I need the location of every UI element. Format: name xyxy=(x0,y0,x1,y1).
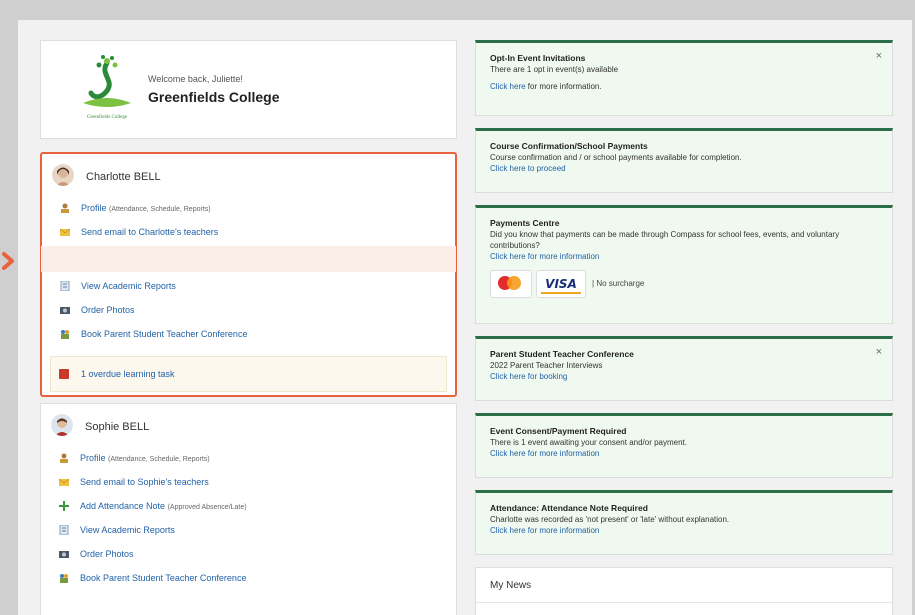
no-surcharge-label: | No surcharge xyxy=(592,279,645,288)
link-label[interactable]: Book Parent Student Teacher Conference xyxy=(81,329,247,339)
student-header: Sophie BELL xyxy=(41,404,456,448)
link-label[interactable]: Profile xyxy=(81,203,107,213)
notice-body: There are 1 opt in event(s) available xyxy=(490,65,619,74)
notice-link[interactable]: Click here for more information xyxy=(490,525,878,536)
school-logo: Greenfields College xyxy=(77,53,137,123)
notice-body: 2022 Parent Teacher Interviews xyxy=(490,361,603,370)
notice-link-tail: for more information. xyxy=(525,82,602,91)
report-icon xyxy=(59,525,69,535)
tree-logo-icon xyxy=(83,55,131,107)
profile-link[interactable]: Profile (Attendance, Schedule, Reports) xyxy=(42,198,455,222)
plus-icon xyxy=(59,501,69,511)
link-sublabel: (Attendance, Schedule, Reports) xyxy=(109,206,211,213)
notice-opt-in-events: Opt-In Event Invitations There are 1 opt… xyxy=(475,40,893,116)
notice-title: Opt-In Event Invitations xyxy=(490,53,586,63)
add-attendance-note-link[interactable]: Add Attendance Note (Approved Absence/La… xyxy=(41,496,456,520)
notice-body: There is 1 event awaiting your consent a… xyxy=(490,438,687,447)
academic-reports-link[interactable]: View Academic Reports xyxy=(42,276,455,300)
payment-methods: VISA | No surcharge xyxy=(490,270,878,298)
welcome-text: Welcome back, Juliette! xyxy=(148,74,243,84)
notice-attendance-note: Attendance: Attendance Note Required Cha… xyxy=(475,490,893,555)
visa-icon: VISA xyxy=(536,270,586,298)
link-label[interactable]: Add Attendance Note xyxy=(80,501,165,511)
link-label[interactable]: Send email to Charlotte's teachers xyxy=(81,227,218,237)
student-name: Charlotte BELL xyxy=(86,171,161,183)
notice-link[interactable]: Click here for booking xyxy=(490,371,878,382)
student-header: Charlotte BELL xyxy=(42,154,455,198)
notice-body: Charlotte was recorded as 'not present' … xyxy=(490,515,730,524)
notice-body: Did you know that payments can be made t… xyxy=(490,230,840,250)
link-label[interactable]: View Academic Reports xyxy=(81,281,176,291)
notice-title: Attendance: Attendance Note Required xyxy=(490,503,648,513)
pointer-arrow-icon xyxy=(2,252,14,270)
link-label[interactable]: Send email to Sophie's teachers xyxy=(80,477,209,487)
overdue-task-alert[interactable]: 1 overdue learning task xyxy=(50,356,447,392)
conference-icon xyxy=(60,574,68,583)
order-photos-link[interactable]: Order Photos xyxy=(41,544,456,568)
right-column: Opt-In Event Invitations There are 1 opt… xyxy=(475,40,893,615)
notice-title: Event Consent/Payment Required xyxy=(490,426,627,436)
close-icon[interactable]: × xyxy=(876,51,882,62)
link-sublabel: (Attendance, Schedule, Reports) xyxy=(108,456,210,463)
student-card-sophie: Sophie BELL Profile (Attendance, Schedul… xyxy=(40,403,457,615)
divider xyxy=(476,602,892,603)
book-conference-link[interactable]: Book Parent Student Teacher Conference xyxy=(42,324,455,348)
notice-body: Course confirmation and / or school paym… xyxy=(490,153,742,162)
profile-icon xyxy=(61,203,69,213)
close-icon[interactable]: × xyxy=(876,347,882,358)
link-label[interactable]: Profile xyxy=(80,453,106,463)
task-icon xyxy=(59,369,69,379)
profile-icon xyxy=(60,453,68,463)
book-conference-link[interactable]: Book Parent Student Teacher Conference xyxy=(41,568,456,592)
notice-link[interactable]: Click here for more information xyxy=(490,251,878,262)
email-icon xyxy=(59,478,69,486)
avatar[interactable] xyxy=(51,414,73,436)
link-label[interactable]: Order Photos xyxy=(80,549,134,559)
academic-reports-link[interactable]: View Academic Reports xyxy=(41,520,456,544)
student-card-charlotte: Charlotte BELL Profile (Attendance, Sche… xyxy=(40,152,457,397)
highlighted-row xyxy=(41,246,456,272)
student-name: Sophie BELL xyxy=(85,421,150,433)
send-email-link[interactable]: Send email to Sophie's teachers xyxy=(41,472,456,496)
camera-icon xyxy=(60,307,70,314)
order-photos-link[interactable]: Order Photos xyxy=(42,300,455,324)
my-news-card: My News xyxy=(475,567,893,615)
email-icon xyxy=(60,228,70,236)
notice-title: Payments Centre xyxy=(490,218,560,228)
mastercard-icon xyxy=(490,270,532,298)
overdue-label[interactable]: 1 overdue learning task xyxy=(81,369,175,379)
profile-link[interactable]: Profile (Attendance, Schedule, Reports) xyxy=(41,448,456,472)
school-header-card: Greenfields College Welcome back, Juliet… xyxy=(40,40,457,139)
link-label[interactable]: Order Photos xyxy=(81,305,135,315)
notice-title: Course Confirmation/School Payments xyxy=(490,141,648,151)
link-label[interactable]: View Academic Reports xyxy=(80,525,175,535)
left-column: Greenfields College Welcome back, Juliet… xyxy=(40,40,457,615)
notice-course-confirmation: Course Confirmation/School Payments Cour… xyxy=(475,128,893,193)
notice-title: Parent Student Teacher Conference xyxy=(490,349,634,359)
notice-link[interactable]: Click here xyxy=(490,82,526,91)
dashboard-frame: Greenfields College Welcome back, Juliet… xyxy=(18,20,912,615)
link-sublabel: (Approved Absence/Late) xyxy=(167,504,247,511)
link-label[interactable]: Book Parent Student Teacher Conference xyxy=(80,573,246,583)
notice-parent-teacher-conference: Parent Student Teacher Conference 2022 P… xyxy=(475,336,893,401)
camera-icon xyxy=(59,551,69,558)
report-icon xyxy=(60,281,70,291)
avatar[interactable] xyxy=(52,164,74,186)
notice-payments-centre: Payments Centre Did you know that paymen… xyxy=(475,205,893,324)
conference-icon xyxy=(61,330,69,339)
school-name: Greenfields College xyxy=(148,89,280,105)
news-title: My News xyxy=(490,580,532,591)
notice-link[interactable]: Click here to proceed xyxy=(490,163,878,174)
logo-caption: Greenfields College xyxy=(86,115,128,120)
notice-link[interactable]: Click here for more information xyxy=(490,448,878,459)
send-email-link[interactable]: Send email to Charlotte's teachers xyxy=(42,222,455,246)
notice-event-consent: Event Consent/Payment Required There is … xyxy=(475,413,893,478)
